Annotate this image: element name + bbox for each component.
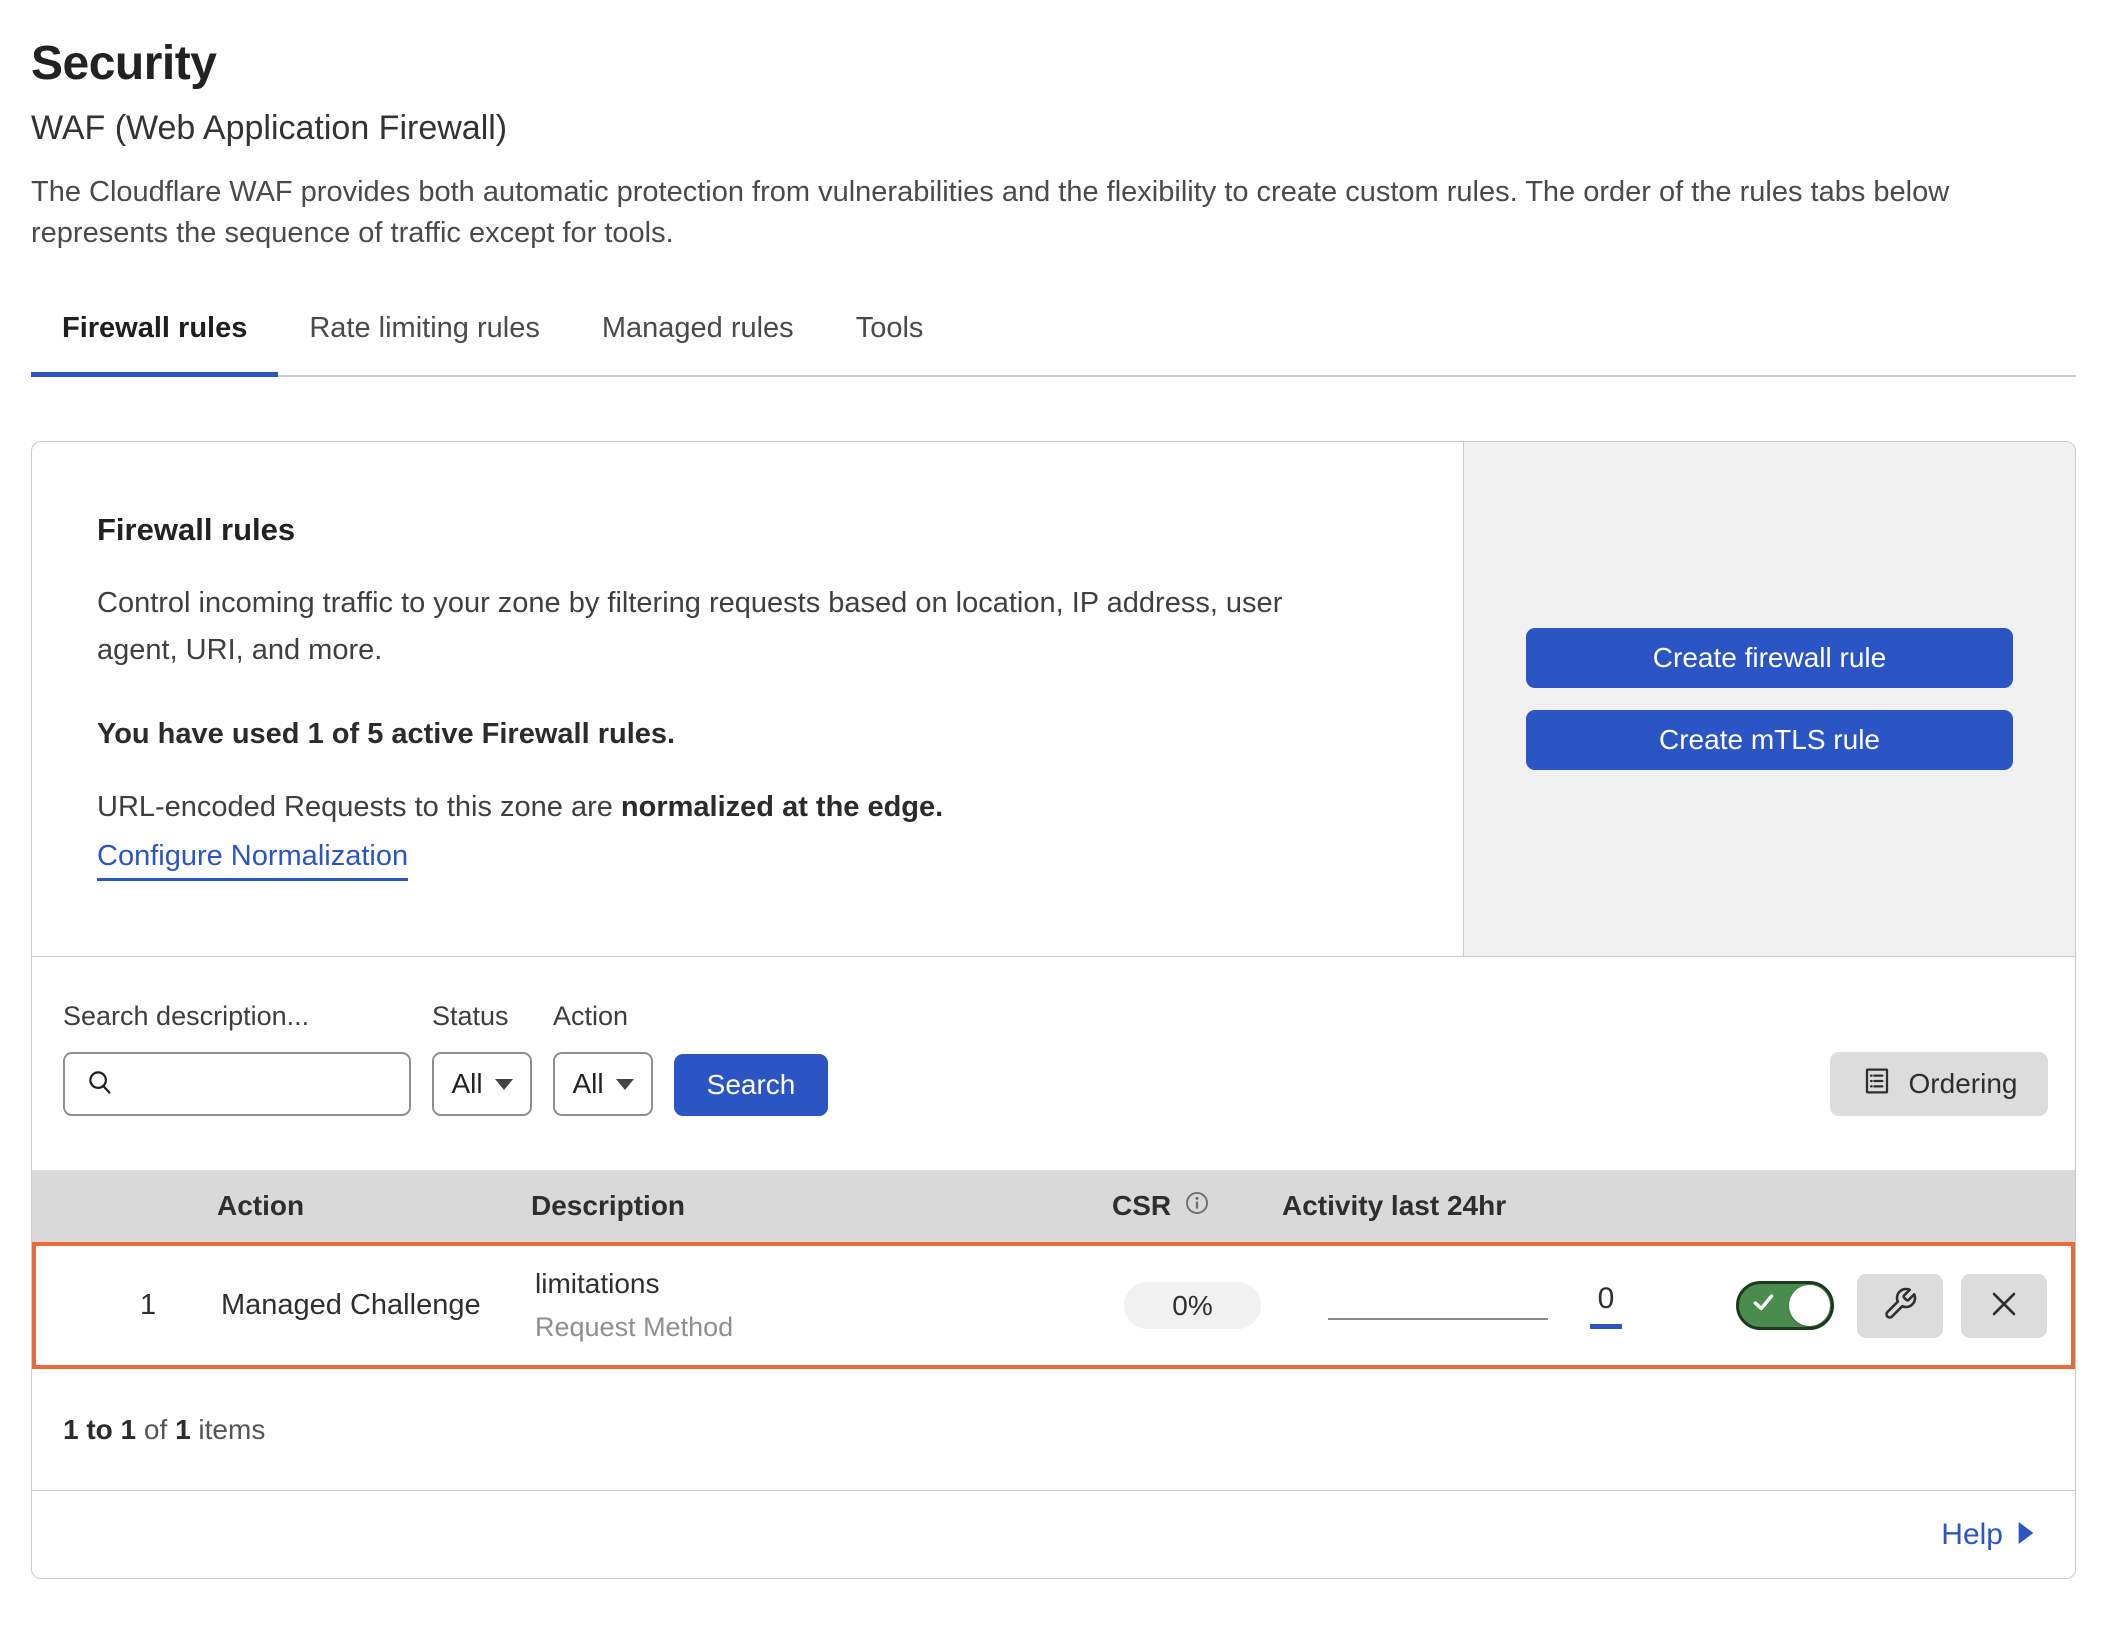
- search-input[interactable]: [63, 1052, 411, 1116]
- csr-badge: 0%: [1124, 1282, 1261, 1329]
- create-mtls-rule-button[interactable]: Create mTLS rule: [1526, 710, 2013, 770]
- search-button[interactable]: Search: [674, 1054, 828, 1116]
- rule-priority: 1: [36, 1289, 191, 1322]
- firewall-rules-card: Firewall rules Control incoming traffic …: [31, 441, 2076, 1579]
- rule-activity-cell: 0: [1270, 1282, 1695, 1329]
- tab-tools[interactable]: Tools: [825, 312, 955, 375]
- search-icon: [85, 1067, 115, 1102]
- ordering-button-label: Ordering: [1909, 1068, 2018, 1100]
- configure-normalization-link[interactable]: Configure Normalization: [97, 840, 408, 881]
- activity-count-value: 0: [1598, 1282, 1615, 1316]
- create-firewall-rule-button[interactable]: Create firewall rule: [1526, 628, 2013, 688]
- status-dropdown-value: All: [451, 1068, 482, 1100]
- pagination-of: of: [144, 1414, 167, 1446]
- csr-header-label: CSR: [1112, 1190, 1171, 1222]
- column-action: Action: [187, 1190, 501, 1222]
- firewall-rule-row[interactable]: 1 Managed Challenge limitations Request …: [32, 1242, 2075, 1369]
- column-description: Description: [501, 1190, 1094, 1222]
- arrow-right-icon: [2017, 1518, 2035, 1552]
- security-waf-page: Security WAF (Web Application Firewall) …: [0, 0, 2114, 1579]
- help-link-label: Help: [1941, 1518, 2003, 1552]
- rule-csr-cell: 0%: [1090, 1282, 1270, 1329]
- usage-summary: You have used 1 of 5 active Firewall rul…: [97, 718, 1398, 751]
- check-icon: [1751, 1289, 1777, 1323]
- table-header-row: Action Description CSR Activity last 24h…: [32, 1170, 2075, 1242]
- search-label: Search description...: [63, 1001, 411, 1032]
- rule-description[interactable]: limitations: [535, 1268, 1090, 1300]
- close-icon: [1987, 1287, 2021, 1324]
- column-csr: CSR: [1094, 1189, 1274, 1224]
- tab-rate-limiting-rules[interactable]: Rate limiting rules: [278, 312, 570, 375]
- rule-action: Managed Challenge: [191, 1289, 505, 1322]
- firewall-rules-info: Firewall rules Control incoming traffic …: [32, 442, 1463, 956]
- status-filter-group: Status All: [432, 1001, 532, 1116]
- firewall-rules-overview: Firewall rules Control incoming traffic …: [32, 442, 2075, 957]
- toggle-knob: [1789, 1285, 1830, 1326]
- normalization-note: URL-encoded Requests to this zone are no…: [97, 791, 1398, 824]
- waf-tab-bar: Firewall rules Rate limiting rules Manag…: [31, 312, 2076, 377]
- info-icon[interactable]: [1183, 1189, 1211, 1224]
- column-activity: Activity last 24hr: [1274, 1190, 1699, 1222]
- action-label: Action: [553, 1001, 653, 1032]
- tab-managed-rules[interactable]: Managed rules: [571, 312, 825, 375]
- status-dropdown[interactable]: All: [432, 1052, 532, 1116]
- chevron-down-icon: [495, 1079, 513, 1090]
- filter-bar: Search description... Status All: [32, 957, 2075, 1170]
- page-subtitle: WAF (Web Application Firewall): [31, 109, 2076, 148]
- edit-rule-button[interactable]: [1857, 1274, 1943, 1338]
- ordering-button[interactable]: Ordering: [1830, 1052, 2048, 1116]
- rule-enabled-toggle[interactable]: [1736, 1281, 1834, 1330]
- chevron-down-icon: [616, 1079, 634, 1090]
- action-dropdown-value: All: [572, 1068, 603, 1100]
- delete-rule-button[interactable]: [1961, 1274, 2047, 1338]
- rule-description-cell: limitations Request Method: [505, 1268, 1090, 1343]
- status-label: Status: [432, 1001, 532, 1032]
- normalization-text: URL-encoded Requests to this zone are: [97, 791, 621, 823]
- action-filter-group: Action All: [553, 1001, 653, 1116]
- ordering-list-icon: [1861, 1065, 1893, 1104]
- rule-controls: [1695, 1274, 2071, 1338]
- card-actions-panel: Create firewall rule Create mTLS rule: [1463, 442, 2075, 956]
- rule-expression-summary: Request Method: [535, 1312, 1090, 1343]
- firewall-rules-table: Action Description CSR Activity last 24h…: [32, 1170, 2075, 1369]
- card-description: Control incoming traffic to your zone by…: [97, 580, 1337, 674]
- pagination-items-label: items: [198, 1414, 265, 1446]
- pagination-range: 1 to 1: [63, 1414, 136, 1446]
- activity-count-underline: [1590, 1324, 1622, 1329]
- activity-count-link[interactable]: 0: [1590, 1282, 1622, 1329]
- activity-sparkline: [1328, 1318, 1548, 1320]
- action-dropdown[interactable]: All: [553, 1052, 653, 1116]
- page-description: The Cloudflare WAF provides both automat…: [31, 172, 2031, 254]
- help-row: Help: [32, 1491, 2075, 1578]
- pagination-total: 1: [175, 1414, 191, 1446]
- tab-firewall-rules[interactable]: Firewall rules: [31, 312, 278, 375]
- card-heading: Firewall rules: [97, 512, 1398, 548]
- help-link[interactable]: Help: [1941, 1518, 2035, 1552]
- search-filter-group: Search description...: [63, 1001, 411, 1116]
- page-title: Security: [31, 36, 2076, 91]
- normalization-bold: normalized at the edge.: [621, 791, 943, 823]
- wrench-icon: [1882, 1286, 1918, 1325]
- pagination-summary: 1 to 1 of 1 items: [32, 1369, 2075, 1491]
